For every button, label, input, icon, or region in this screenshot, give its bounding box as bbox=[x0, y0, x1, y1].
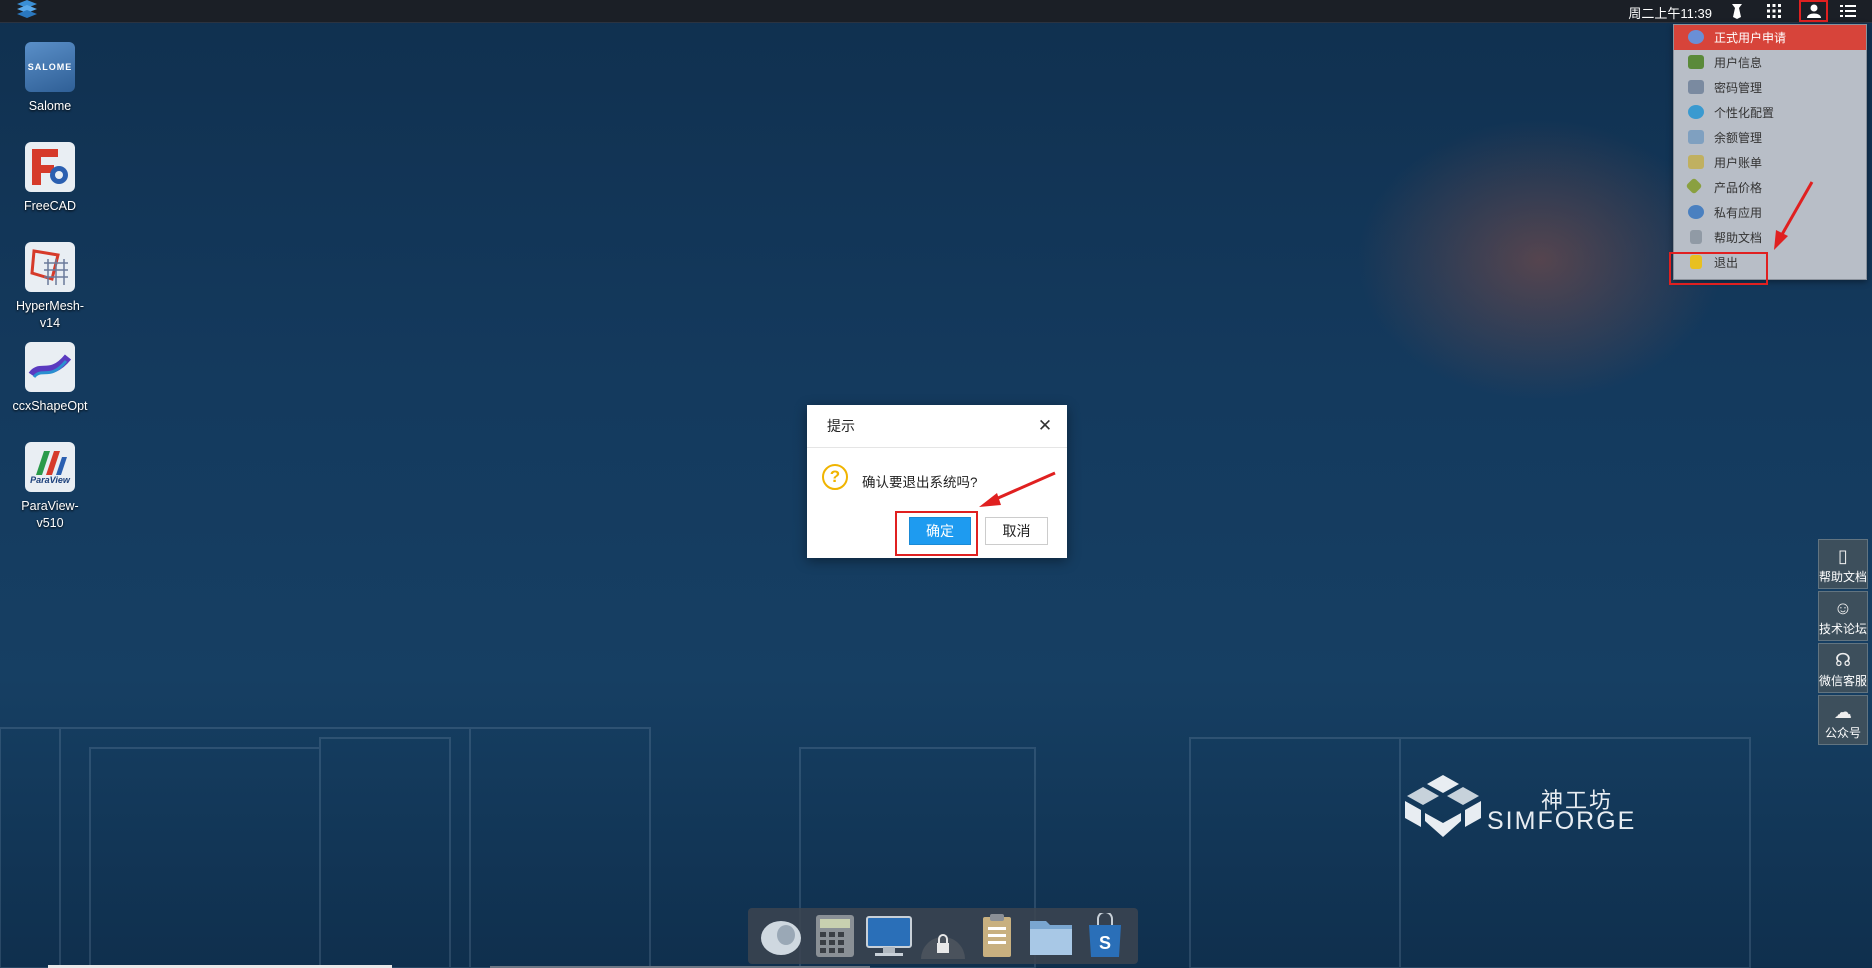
cancel-button[interactable]: 取消 bbox=[985, 517, 1048, 545]
menu-item-price[interactable]: 产品价格 bbox=[1674, 175, 1866, 200]
dock-clipboard[interactable] bbox=[973, 912, 1021, 960]
close-icon[interactable]: ✕ bbox=[1037, 417, 1053, 434]
menu-item-balance[interactable]: 余额管理 bbox=[1674, 125, 1866, 150]
logo-icon[interactable] bbox=[14, 0, 40, 20]
side-btn-official-account[interactable]: ☁ 公众号 bbox=[1818, 695, 1868, 745]
desktop-icon-paraview[interactable]: ParaView ParaView-v510 bbox=[8, 442, 92, 532]
ccxshapeopt-icon bbox=[25, 342, 75, 392]
dialog-message: 确认要退出系统吗? bbox=[862, 475, 978, 490]
menu-icon[interactable] bbox=[1836, 1, 1860, 21]
dock: S bbox=[748, 908, 1138, 964]
clock: 周二上午11:39 bbox=[1628, 6, 1712, 21]
question-icon: ? bbox=[822, 464, 848, 490]
user-apply-icon bbox=[1688, 30, 1704, 44]
desktop-icon-label: FreeCAD bbox=[23, 199, 77, 213]
dialog-title: 提示 bbox=[827, 418, 855, 434]
menu-item-help-doc[interactable]: 帮助文档 bbox=[1674, 225, 1866, 250]
desktop-icon-label: Salome bbox=[28, 99, 72, 113]
dock-calculator[interactable] bbox=[811, 912, 859, 960]
folder-icon bbox=[1030, 921, 1072, 955]
desktop-icon-hypermesh[interactable]: HyperMesh-v14 bbox=[8, 242, 92, 332]
logout-highlight-box bbox=[1669, 252, 1768, 285]
menu-item-bill[interactable]: 用户账单 bbox=[1674, 150, 1866, 175]
side-btn-wechat-service[interactable]: ☊ 微信客服 bbox=[1818, 643, 1868, 693]
salome-icon: SALOME bbox=[25, 42, 75, 92]
menu-item-personalize[interactable]: 个性化配置 bbox=[1674, 100, 1866, 125]
user-menu: 正式用户申请 用户信息 密码管理 个性化配置 余额管理 用户账单 产品价格 私有… bbox=[1673, 24, 1867, 280]
forum-icon: ☺ bbox=[1833, 598, 1853, 618]
side-btn-forum[interactable]: ☺ 技术论坛 bbox=[1818, 591, 1868, 641]
user-info-icon bbox=[1688, 55, 1704, 69]
monitor-icon bbox=[866, 916, 912, 956]
document-icon: ▯ bbox=[1838, 546, 1848, 566]
store-icon: S bbox=[1089, 913, 1121, 957]
dock-folder[interactable] bbox=[1027, 912, 1075, 960]
wechat-icon: ☁ bbox=[1834, 702, 1852, 722]
shell-icon bbox=[761, 921, 801, 955]
help-doc-icon bbox=[1690, 230, 1702, 244]
clipboard-icon bbox=[983, 914, 1011, 957]
calculator-icon bbox=[816, 915, 854, 957]
menu-item-user-info[interactable]: 用户信息 bbox=[1674, 50, 1866, 75]
desktop-icon-label: ParaView-v510 bbox=[21, 499, 79, 530]
dock-shell[interactable] bbox=[757, 912, 805, 960]
password-icon bbox=[1688, 80, 1704, 94]
user-icon[interactable] bbox=[1799, 0, 1828, 22]
top-bar: 周二上午11:39 bbox=[0, 0, 1872, 23]
side-btn-help-doc[interactable]: ▯ 帮助文档 bbox=[1818, 539, 1868, 589]
menu-item-private-app[interactable]: 私有应用 bbox=[1674, 200, 1866, 225]
desktop-icon-salome[interactable]: SALOME Salome bbox=[8, 42, 92, 115]
headset-icon: ☊ bbox=[1835, 650, 1851, 670]
simforge-logo-icon bbox=[1405, 775, 1481, 837]
dialog-header: 提示 ✕ bbox=[807, 405, 1067, 448]
desktop-icon-label: HyperMesh-v14 bbox=[15, 299, 85, 330]
price-icon bbox=[1685, 177, 1703, 195]
dock-lock[interactable] bbox=[919, 912, 967, 960]
dialog-body: ? 确认要退出系统吗? bbox=[807, 448, 1067, 498]
brand-logo: 神工坊 SIMFORGE bbox=[1403, 775, 1663, 840]
balance-icon bbox=[1688, 130, 1704, 144]
private-app-icon bbox=[1688, 205, 1704, 219]
menu-item-user-apply[interactable]: 正式用户申请 bbox=[1674, 25, 1866, 50]
desktop-icon-label: ccxShapeOpt bbox=[12, 399, 88, 413]
lock-icon bbox=[921, 934, 965, 959]
side-panel: ▯ 帮助文档 ☺ 技术论坛 ☊ 微信客服 ☁ 公众号 bbox=[1818, 539, 1868, 747]
dock-monitor[interactable] bbox=[865, 912, 913, 960]
dock-store[interactable]: S bbox=[1081, 912, 1129, 960]
bill-icon bbox=[1688, 155, 1704, 169]
settings-icon bbox=[1688, 105, 1704, 119]
confirm-highlight-box bbox=[895, 511, 978, 556]
hypermesh-icon bbox=[25, 242, 75, 292]
desktop-icon-ccxshapeopt[interactable]: ccxShapeOpt bbox=[8, 342, 92, 415]
desktop-icon-freecad[interactable]: FreeCAD bbox=[8, 142, 92, 215]
brand-name-en: SIMFORGE bbox=[1487, 807, 1637, 835]
svg-text:S: S bbox=[1099, 933, 1111, 953]
grid-icon[interactable] bbox=[1762, 1, 1786, 21]
tie-icon[interactable] bbox=[1725, 1, 1749, 21]
paraview-icon: ParaView bbox=[25, 442, 75, 492]
menu-item-password[interactable]: 密码管理 bbox=[1674, 75, 1866, 100]
freecad-icon bbox=[25, 142, 75, 192]
